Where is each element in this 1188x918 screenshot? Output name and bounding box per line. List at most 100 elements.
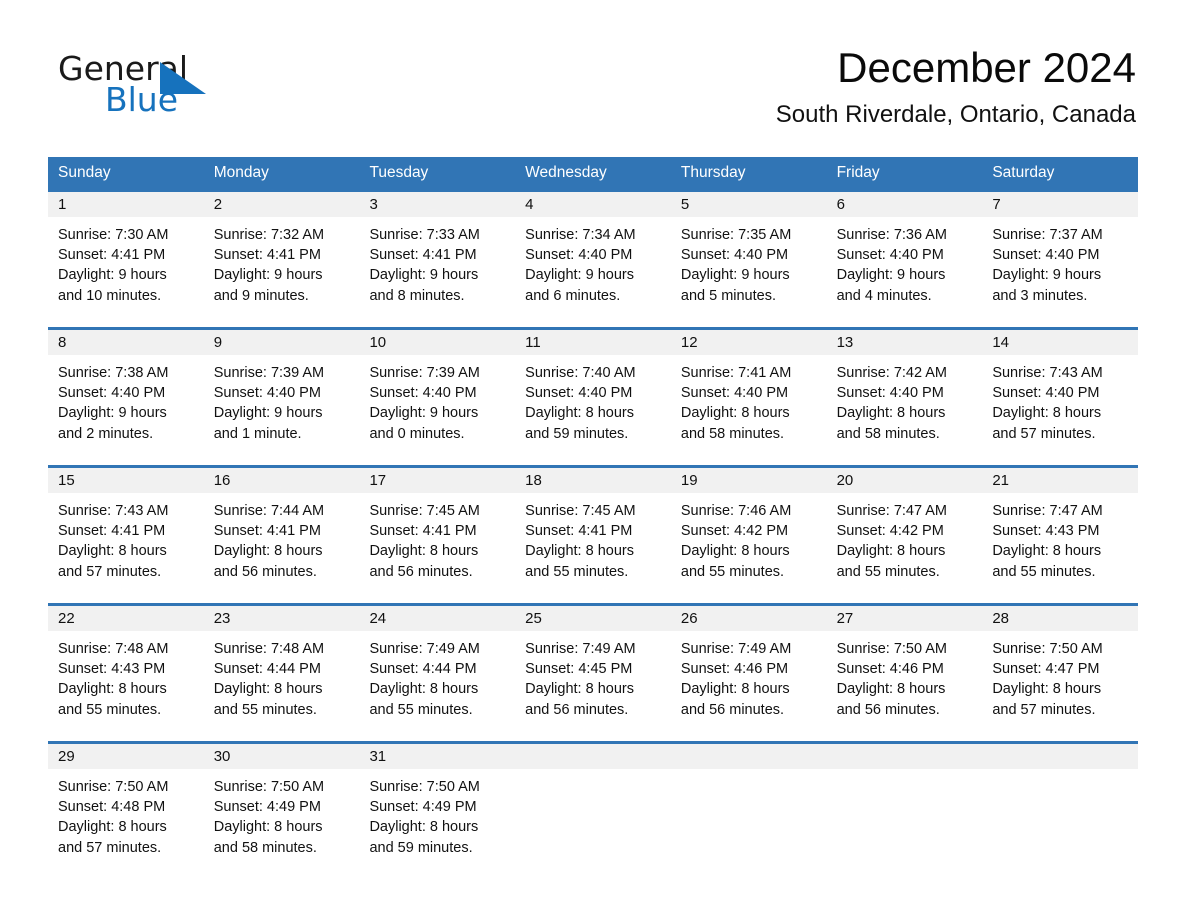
day-number[interactable]: 13 [827, 330, 983, 355]
sunset-text: Sunset: 4:48 PM [58, 799, 166, 816]
day-cell[interactable]: Sunrise: 7:48 AM Sunset: 4:43 PM Dayligh… [48, 631, 204, 741]
day-number-band: 29 30 31 [48, 744, 1138, 769]
sunrise-text: Sunrise: 7:39 AM [213, 365, 325, 381]
sunrise-text: Sunrise: 7:43 AM [992, 365, 1103, 381]
weekday-header-wednesday: Wednesday [525, 164, 607, 181]
daylight-text-line1: Daylight: 8 hours [58, 543, 167, 560]
day-number[interactable]: 10 [359, 330, 515, 355]
sunset-text: Sunset: 4:40 PM [680, 385, 789, 402]
day-number[interactable]: 27 [827, 606, 983, 631]
day-cell[interactable]: Sunrise: 7:47 AM Sunset: 4:42 PM Dayligh… [827, 493, 983, 603]
day-cell[interactable]: Sunrise: 7:34 AM Sunset: 4:40 PM Dayligh… [515, 217, 671, 327]
day-number[interactable]: 28 [982, 606, 1138, 631]
day-number[interactable]: 5 [671, 192, 827, 217]
daylight-text-line1: Daylight: 8 hours [680, 681, 790, 698]
sunrise-text: Sunrise: 7:45 AM [369, 503, 480, 519]
sunset-text: Sunset: 4:46 PM [836, 661, 944, 678]
day-cell[interactable]: Sunrise: 7:50 AM Sunset: 4:49 PM Dayligh… [359, 769, 515, 879]
day-number[interactable]: 12 [671, 330, 827, 355]
calendar-week-row: 22 23 24 25 26 27 28 Sunrise: 7:48 AM Su… [48, 603, 1138, 741]
day-number[interactable]: 19 [671, 468, 827, 493]
day-number[interactable]: 9 [204, 330, 360, 355]
calendar-week-row: 15 16 17 18 19 20 21 Sunrise: 7:43 AM Su… [48, 465, 1138, 603]
day-number[interactable]: 17 [359, 468, 515, 493]
day-cell[interactable]: Sunrise: 7:47 AM Sunset: 4:43 PM Dayligh… [982, 493, 1138, 603]
day-cell[interactable]: Sunrise: 7:49 AM Sunset: 4:44 PM Dayligh… [359, 631, 515, 741]
day-number[interactable]: 23 [204, 606, 360, 631]
day-cell[interactable]: Sunrise: 7:49 AM Sunset: 4:46 PM Dayligh… [671, 631, 827, 741]
day-cell[interactable]: Sunrise: 7:39 AM Sunset: 4:40 PM Dayligh… [204, 355, 360, 465]
day-cell[interactable]: Sunrise: 7:46 AM Sunset: 4:42 PM Dayligh… [671, 493, 827, 603]
day-cell[interactable]: Sunrise: 7:49 AM Sunset: 4:45 PM Dayligh… [515, 631, 671, 741]
day-number[interactable]: 29 [48, 744, 204, 769]
day-number[interactable]: 6 [827, 192, 983, 217]
day-cell[interactable]: Sunrise: 7:48 AM Sunset: 4:44 PM Dayligh… [204, 631, 360, 741]
day-cell[interactable]: Sunrise: 7:50 AM Sunset: 4:49 PM Dayligh… [204, 769, 360, 879]
day-number[interactable]: 11 [515, 330, 671, 355]
day-number[interactable]: 20 [827, 468, 983, 493]
day-cell[interactable]: Sunrise: 7:50 AM Sunset: 4:48 PM Dayligh… [48, 769, 204, 879]
day-cell[interactable]: Sunrise: 7:38 AM Sunset: 4:40 PM Dayligh… [48, 355, 204, 465]
day-cell[interactable]: Sunrise: 7:41 AM Sunset: 4:40 PM Dayligh… [671, 355, 827, 465]
day-cell[interactable]: Sunrise: 7:43 AM Sunset: 4:41 PM Dayligh… [48, 493, 204, 603]
day-number-band: 15 16 17 18 19 20 21 [48, 468, 1138, 493]
day-cell-empty [982, 769, 1138, 879]
day-number[interactable]: 21 [982, 468, 1138, 493]
day-cell[interactable]: Sunrise: 7:42 AM Sunset: 4:40 PM Dayligh… [827, 355, 983, 465]
day-detail-row: Sunrise: 7:50 AM Sunset: 4:48 PM Dayligh… [48, 769, 1138, 879]
sunrise-text: Sunrise: 7:49 AM [525, 641, 636, 657]
daylight-text-line1: Daylight: 8 hours [836, 543, 946, 560]
day-number[interactable]: 25 [515, 606, 671, 631]
daylight-text-line1: Daylight: 8 hours [213, 543, 323, 560]
sunrise-text: Sunrise: 7:36 AM [836, 227, 948, 243]
day-number[interactable]: 30 [204, 744, 360, 769]
daylight-text-line2: and 2 minutes. [58, 425, 154, 442]
daylight-text-line2: and 58 minutes. [680, 425, 785, 442]
day-cell[interactable]: Sunrise: 7:39 AM Sunset: 4:40 PM Dayligh… [359, 355, 515, 465]
day-cell[interactable]: Sunrise: 7:37 AM Sunset: 4:40 PM Dayligh… [982, 217, 1138, 327]
day-cell[interactable]: Sunrise: 7:36 AM Sunset: 4:40 PM Dayligh… [827, 217, 983, 327]
day-cell[interactable]: Sunrise: 7:45 AM Sunset: 4:41 PM Dayligh… [515, 493, 671, 603]
day-cell[interactable]: Sunrise: 7:35 AM Sunset: 4:40 PM Dayligh… [671, 217, 827, 327]
sunset-text: Sunset: 4:41 PM [369, 247, 477, 264]
sunrise-text: Sunrise: 7:49 AM [369, 641, 480, 657]
day-cell[interactable]: Sunrise: 7:32 AM Sunset: 4:41 PM Dayligh… [204, 217, 360, 327]
day-cell[interactable]: Sunrise: 7:33 AM Sunset: 4:41 PM Dayligh… [359, 217, 515, 327]
generalblue-logo[interactable]: General Blue [58, 52, 298, 124]
day-number[interactable]: 1 [48, 192, 204, 217]
day-number[interactable]: 18 [515, 468, 671, 493]
day-number-empty [827, 744, 983, 769]
daylight-text-line2: and 55 minutes. [58, 701, 162, 718]
day-number[interactable]: 2 [204, 192, 360, 217]
sunrise-text: Sunrise: 7:37 AM [992, 227, 1103, 243]
day-number[interactable]: 24 [359, 606, 515, 631]
day-cell[interactable]: Sunrise: 7:44 AM Sunset: 4:41 PM Dayligh… [204, 493, 360, 603]
day-number[interactable]: 14 [982, 330, 1138, 355]
page-header: General Blue December 2024 South Riverda… [0, 0, 1188, 128]
day-cell[interactable]: Sunrise: 7:43 AM Sunset: 4:40 PM Dayligh… [982, 355, 1138, 465]
sunset-text: Sunset: 4:40 PM [680, 247, 789, 264]
day-number[interactable]: 4 [515, 192, 671, 217]
page-subtitle: South Riverdale, Ontario, Canada [775, 101, 1136, 129]
day-number[interactable]: 26 [671, 606, 827, 631]
day-cell[interactable]: Sunrise: 7:45 AM Sunset: 4:41 PM Dayligh… [359, 493, 515, 603]
day-number[interactable]: 7 [982, 192, 1138, 217]
day-number[interactable]: 8 [48, 330, 204, 355]
day-number[interactable]: 3 [359, 192, 515, 217]
day-number[interactable]: 22 [48, 606, 204, 631]
sunset-text: Sunset: 4:49 PM [369, 799, 477, 816]
sunrise-text: Sunrise: 7:35 AM [680, 227, 792, 243]
day-cell[interactable]: Sunrise: 7:40 AM Sunset: 4:40 PM Dayligh… [515, 355, 671, 465]
day-detail-row: Sunrise: 7:38 AM Sunset: 4:40 PM Dayligh… [48, 355, 1138, 465]
day-cell[interactable]: Sunrise: 7:50 AM Sunset: 4:47 PM Dayligh… [982, 631, 1138, 741]
page-title: December 2024 [837, 44, 1136, 91]
daylight-text-line1: Daylight: 8 hours [213, 681, 323, 698]
day-number[interactable]: 16 [204, 468, 360, 493]
day-detail-row: Sunrise: 7:48 AM Sunset: 4:43 PM Dayligh… [48, 631, 1138, 741]
day-cell[interactable]: Sunrise: 7:50 AM Sunset: 4:46 PM Dayligh… [827, 631, 983, 741]
daylight-text-line1: Daylight: 8 hours [369, 543, 479, 560]
day-number[interactable]: 31 [359, 744, 515, 769]
day-number[interactable]: 15 [48, 468, 204, 493]
day-cell[interactable]: Sunrise: 7:30 AM Sunset: 4:41 PM Dayligh… [48, 217, 204, 327]
sunset-text: Sunset: 4:45 PM [525, 661, 633, 678]
